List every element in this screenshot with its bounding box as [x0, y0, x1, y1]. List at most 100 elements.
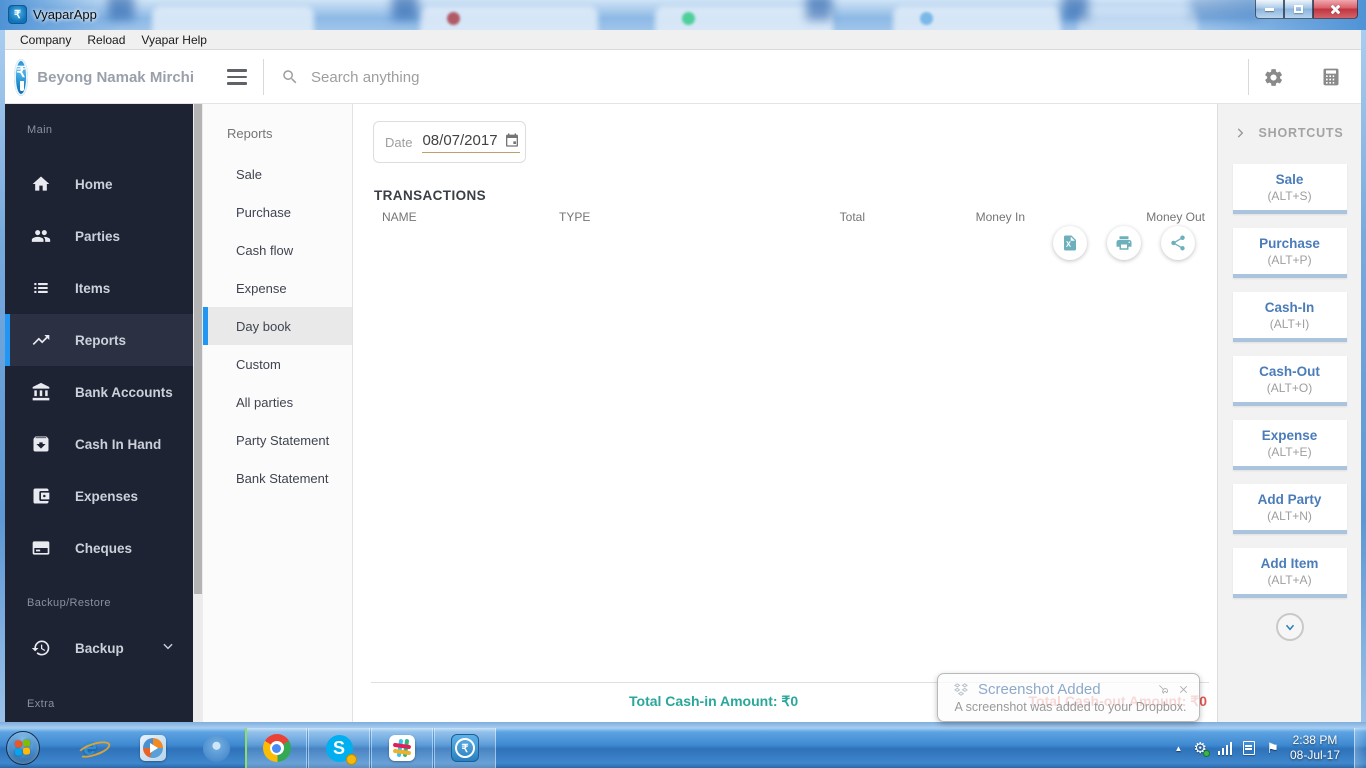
show-hidden-icons-button[interactable]: ▲	[1175, 744, 1183, 753]
taskbar-internet-explorer[interactable]: e	[74, 732, 113, 764]
app-header: ₹ Beyong Namak Mirchi	[5, 50, 1361, 104]
sidebar-item-parties[interactable]: Parties	[5, 210, 193, 262]
taskbar-slack[interactable]	[371, 728, 433, 768]
maximize-button[interactable]	[1284, 0, 1313, 19]
minimize-icon	[1265, 7, 1274, 11]
reports-nav-item-all-parties[interactable]: All parties	[203, 383, 352, 421]
start-button[interactable]	[6, 731, 40, 765]
window-titlebar[interactable]: ₹ VyaparApp	[0, 0, 1366, 30]
share-button[interactable]	[1161, 226, 1195, 260]
hamburger-menu-icon[interactable]	[227, 69, 247, 85]
tray-document-icon[interactable]	[1243, 741, 1256, 755]
clock-time: 2:38 PM	[1292, 733, 1338, 747]
menu-item-vyapar-help[interactable]: Vyapar Help	[133, 31, 215, 49]
vyapar-logo-icon: ₹	[14, 58, 29, 96]
export-excel-button[interactable]	[1053, 226, 1087, 260]
minimize-button[interactable]	[1255, 0, 1284, 19]
sidebar-item-bank-accounts[interactable]: Bank Accounts	[5, 366, 193, 418]
reports-nav-item-bank-statement[interactable]: Bank Statement	[203, 459, 352, 497]
reports-nav-scrollbar[interactable]	[193, 104, 203, 722]
shortcut-expense-button[interactable]: Expense (ALT+E)	[1232, 420, 1347, 470]
print-button[interactable]	[1107, 226, 1141, 260]
sidebar-section-extra: Extra	[27, 698, 55, 710]
updates-tray-icon[interactable]: ⚙	[1193, 739, 1210, 757]
internet-explorer-icon: e	[76, 734, 113, 762]
background-tab-favicon	[447, 12, 460, 25]
transactions-table-header: NAME TYPE Total Money In Money Out	[353, 210, 1217, 228]
windows-logo-icon	[15, 739, 31, 757]
calendar-icon[interactable]	[504, 132, 520, 148]
sidebar-item-backup[interactable]: Backup	[5, 622, 193, 674]
app-body: Main Home Parties Items Reports Bank Acc…	[5, 104, 1361, 722]
titlebar-glass-patch	[108, 0, 134, 20]
taskbar-skype[interactable]: S	[308, 728, 370, 768]
date-input[interactable]: 08/07/2017	[422, 132, 520, 153]
shortcut-purchase-button[interactable]: Purchase (ALT+P)	[1232, 228, 1347, 278]
notification-body: A screenshot was added to your Dropbox.	[954, 700, 1187, 714]
sidebar-item-cash-in-hand[interactable]: Cash In Hand	[5, 418, 193, 470]
taskbar-chromium[interactable]	[200, 732, 232, 764]
action-center-flag-icon[interactable]: ⚑	[1266, 740, 1279, 757]
scrollbar-thumb[interactable]	[194, 104, 202, 594]
background-tab-favicon	[682, 12, 695, 25]
notification-settings-icon[interactable]	[1158, 684, 1169, 695]
shortcut-cash-in-button[interactable]: Cash-In (ALT+I)	[1232, 292, 1347, 342]
calculator-button[interactable]	[1318, 64, 1344, 90]
menu-item-reload[interactable]: Reload	[79, 31, 133, 49]
shortcuts-panel: SHORTCUTS Sale (ALT+S) Purchase (ALT+P) …	[1217, 104, 1361, 722]
date-filter[interactable]: Date 08/07/2017	[373, 121, 526, 163]
reports-nav-item-expense[interactable]: Expense	[203, 269, 352, 307]
cheque-card-icon	[32, 541, 50, 555]
network-signal-icon[interactable]	[1217, 741, 1233, 755]
list-icon	[34, 283, 48, 293]
wallet-icon	[33, 488, 50, 504]
taskbar-chrome[interactable]	[245, 728, 307, 768]
reports-nav-item-day-book[interactable]: Day book	[203, 307, 352, 345]
sidebar-item-expenses[interactable]: Expenses	[5, 470, 193, 522]
gear-icon	[1264, 68, 1282, 86]
media-player-icon	[140, 735, 166, 761]
sidebar-section-backup-restore: Backup/Restore	[27, 597, 111, 609]
menu-bar: Company Reload Vyapar Help	[5, 30, 1361, 50]
reports-nav-item-sale[interactable]: Sale	[203, 155, 352, 193]
shortcut-sale-button[interactable]: Sale (ALT+S)	[1232, 164, 1347, 214]
cash-box-icon	[33, 436, 49, 452]
chevron-right-icon	[1237, 128, 1243, 138]
sidebar-item-items[interactable]: Items	[5, 262, 193, 314]
reports-nav-item-cash-flow[interactable]: Cash flow	[203, 231, 352, 269]
header-divider	[263, 59, 264, 95]
titlebar-glass-patch	[806, 0, 832, 20]
sidebar-item-home[interactable]: Home	[5, 158, 193, 210]
notification-close-icon[interactable]	[1178, 684, 1189, 695]
reports-nav-item-custom[interactable]: Custom	[203, 345, 352, 383]
transactions-title: TRANSACTIONS	[374, 188, 487, 203]
share-icon	[1171, 235, 1185, 251]
shortcut-add-party-button[interactable]: Add Party (ALT+N)	[1232, 484, 1347, 534]
taskbar-clock[interactable]: 2:38 PM 08-Jul-17	[1290, 733, 1340, 763]
main-sidebar: Main Home Parties Items Reports Bank Acc…	[5, 104, 193, 722]
taskbar-media-player[interactable]	[137, 732, 169, 764]
reports-nav-item-party-statement[interactable]: Party Statement	[203, 421, 352, 459]
sidebar-item-reports[interactable]: Reports	[5, 314, 193, 366]
sidebar-item-cheques[interactable]: Cheques	[5, 522, 193, 574]
daybook-report-content: Date 08/07/2017 TRANSACTIONS NAME TYPE T…	[353, 104, 1217, 722]
chevron-down-icon[interactable]	[161, 639, 175, 658]
menu-item-company[interactable]: Company	[12, 31, 79, 49]
shortcuts-more-button[interactable]	[1275, 613, 1304, 641]
dropbox-notification[interactable]: Screenshot Added A screenshot was added …	[937, 673, 1200, 722]
taskbar-vyapar[interactable]: ₹	[434, 728, 496, 768]
shortcut-cash-out-button[interactable]: Cash-Out (ALT+O)	[1232, 356, 1347, 406]
settings-button[interactable]	[1260, 64, 1286, 90]
close-button[interactable]	[1313, 0, 1358, 19]
reports-nav-item-purchase[interactable]: Purchase	[203, 193, 352, 231]
shortcut-add-item-button[interactable]: Add Item (ALT+A)	[1232, 548, 1347, 598]
shortcuts-collapse[interactable]: SHORTCUTS	[1233, 126, 1347, 140]
header-divider	[1248, 59, 1249, 95]
vyapar-app-icon: ₹	[8, 5, 27, 24]
dropbox-icon	[954, 683, 968, 696]
vyapar-taskbar-icon: ₹	[451, 734, 479, 762]
show-desktop-button[interactable]	[1354, 728, 1366, 768]
search-input[interactable]	[311, 68, 871, 86]
column-name: NAME	[382, 210, 417, 224]
company-brand[interactable]: ₹ Beyong Namak Mirchi	[5, 50, 194, 104]
